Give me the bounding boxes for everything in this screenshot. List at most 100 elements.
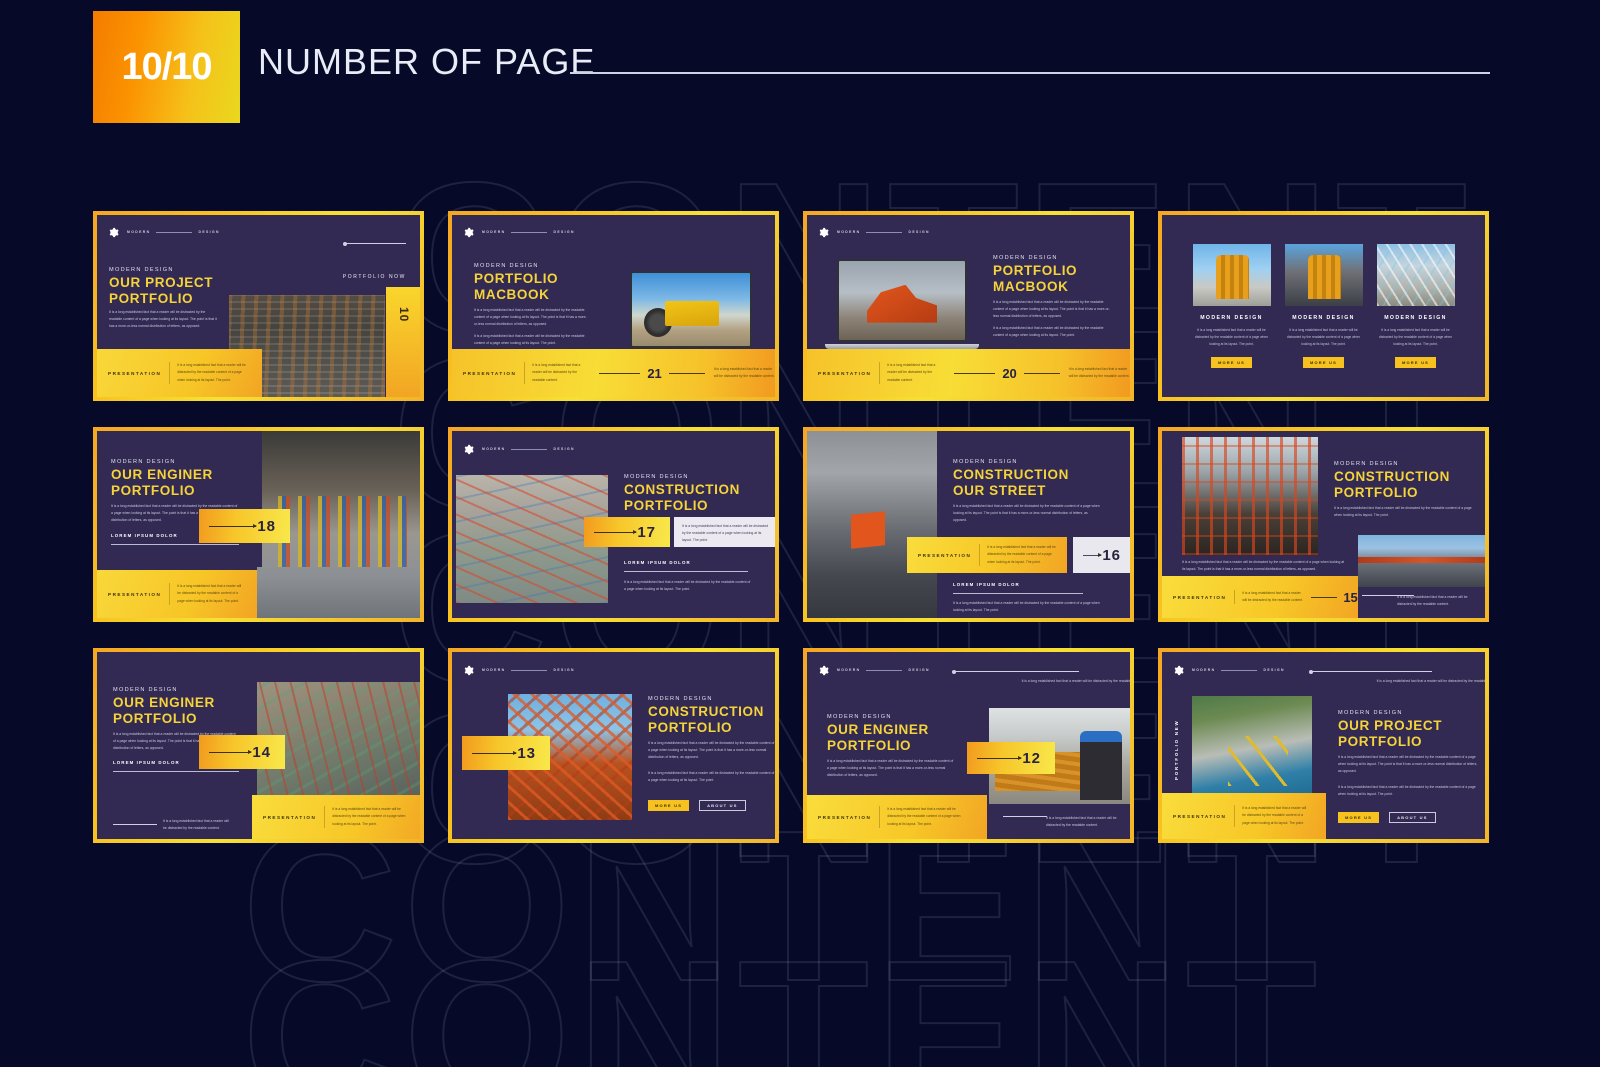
slide-image-scaffold (1182, 437, 1318, 555)
slide-thumbnail-14[interactable]: MODERN DESIGN OUR ENGINER PORTFOLIO It i… (93, 648, 424, 843)
slide-body-text: It is a long established fact that a rea… (953, 503, 1101, 524)
gear-icon (818, 665, 829, 676)
slide-row: MODERN DESIGN OUR ENGINER PORTFOLIO It i… (93, 648, 1493, 843)
slide-thumbnail-cards[interactable]: MODERN DESIGN It is a long established f… (1158, 211, 1489, 401)
slide-thumbnail-12[interactable]: MODERN DESIGN It is a long established f… (803, 648, 1134, 843)
slide-thumbnail-project-new[interactable]: MODERN DESIGN It is a long established f… (1158, 648, 1489, 843)
slide-kicker: MODERN DESIGN (1334, 461, 1399, 467)
presentation-text: It is a long established fact that a rea… (879, 806, 963, 828)
slide-thumbnail-15[interactable]: MODERN DESIGN CONSTRUCTION PORTFOLIO It … (1158, 427, 1489, 622)
slide-number: 16 (1102, 547, 1121, 564)
slide-number: 21 (647, 366, 661, 381)
card-image-factory (1285, 244, 1363, 306)
modern-label: MODERN (482, 230, 505, 234)
presentation-text: It is a long established fact that a rea… (169, 583, 245, 605)
card[interactable]: MODERN DESIGN It is a long established f… (1377, 244, 1455, 368)
slide-number-badge: 13 (462, 736, 550, 770)
slide-thumbnail-17[interactable]: MODERN DESIGN MODERN DESIGN CONSTRUCTION… (448, 427, 779, 622)
header-divider (570, 72, 1490, 74)
page-number-badge: 10/10 (93, 11, 240, 123)
slide-kicker: MODERN DESIGN (993, 255, 1058, 261)
slide-number-badge: 14 (199, 735, 285, 769)
design-label: DESIGN (908, 668, 929, 672)
modern-label: MODERN (482, 668, 505, 672)
more-us-button[interactable]: MORE US (1303, 357, 1344, 368)
card-body: It is a long established fact that a rea… (1377, 327, 1455, 348)
portfolio-new-label: PORTFOLIO NEW (1174, 714, 1179, 780)
gear-icon (463, 444, 474, 455)
more-us-button[interactable]: MORE US (1211, 357, 1252, 368)
slide-thumbnail-18[interactable]: MODERN DESIGN OUR ENGINER PORTFOLIO It i… (93, 427, 424, 622)
slide-note-text: It is a long established fact that a rea… (682, 523, 770, 544)
portfolio-now-label: PORTFOLIO NOW (343, 274, 406, 280)
page-root: CONTENT CONTENT CONTENT CONTENT CONTENT … (0, 0, 1600, 1067)
gear-icon (463, 665, 474, 676)
card[interactable]: MODERN DESIGN It is a long established f… (1193, 244, 1271, 368)
design-label: DESIGN (553, 447, 574, 451)
presentation-label: PRESENTATION (918, 553, 971, 558)
slide-title: CONSTRUCTION OUR STREET (953, 467, 1069, 499)
divider (624, 571, 748, 572)
design-label: DESIGN (553, 230, 574, 234)
slide-footer-text: It is a long established fact that a rea… (1046, 815, 1122, 829)
more-us-button[interactable]: MORE US (1395, 357, 1436, 368)
presentation-text: It is a long established fact that a rea… (524, 362, 590, 384)
slide-kicker: MODERN DESIGN (474, 263, 539, 269)
slide-body-text-2: It is a long established fact that a rea… (953, 600, 1103, 614)
presentation-bar: PRESENTATION It is a long established fa… (1162, 576, 1358, 618)
divider (953, 593, 1083, 594)
presentation-bar: PRESENTATION It is a long established fa… (1162, 793, 1326, 839)
presentation-text-right: It is a long established fact that a rea… (1069, 366, 1130, 381)
about-us-button[interactable]: ABOUT US (699, 800, 746, 811)
slide-body-text: It is a long established fact that a rea… (1334, 505, 1476, 519)
presentation-label: PRESENTATION (818, 815, 871, 820)
footer-rule (113, 824, 157, 825)
slide-kicker: MODERN DESIGN (648, 696, 713, 702)
presentation-label: PRESENTATION (263, 815, 316, 820)
slide-header-modern-design: MODERN DESIGN (127, 230, 220, 234)
more-us-button[interactable]: MORE US (1338, 812, 1379, 823)
header-dash (511, 232, 547, 233)
slide-image-dam (1192, 696, 1312, 796)
slide-title: PORTFOLIO MACBOOK (474, 271, 558, 303)
card-heading: MODERN DESIGN (1384, 315, 1447, 321)
slide-body-text: It is a long established fact that a rea… (109, 309, 219, 330)
slide-thumbnail-16[interactable]: MODERN DESIGN CONSTRUCTION OUR STREET It… (803, 427, 1134, 622)
slide-footer-text: It is a long established fact that a rea… (163, 818, 231, 832)
lorem-subhead: LOREM IPSUM DOLOR (113, 760, 180, 765)
slide-thumbnail-10[interactable]: MODERN DESIGN It is a long established f… (93, 211, 424, 401)
divider (111, 544, 239, 545)
slide-body-text-2: It is a long established fact that a rea… (648, 770, 775, 784)
header-accent-line (955, 671, 1079, 672)
slide-body-text-2: It is a long established fact that a rea… (1338, 784, 1480, 798)
modern-label: MODERN (127, 230, 150, 234)
slide-image-street (807, 431, 937, 618)
slide-thumbnail-20[interactable]: MODERN DESIGN MODERN DESIGN PORTFOLIO MA… (803, 211, 1134, 401)
slide-number-badge: 18 (199, 509, 290, 543)
slide-thumbnail-13[interactable]: MODERN DESIGN MODERN DESIGN CONSTRUCTION… (448, 648, 779, 843)
presentation-label: PRESENTATION (108, 592, 161, 597)
watermark-text: CONTENT (242, 818, 1323, 994)
slide-title: OUR ENGINER PORTFOLIO (827, 722, 929, 754)
slide-header-modern-design: MODERN DESIGN (1192, 668, 1285, 672)
number-rule-left (1311, 597, 1337, 598)
number-rule-left (599, 373, 640, 374)
slide-body-text: It is a long established fact that a rea… (827, 758, 955, 779)
slide-number-badge: 12 (967, 742, 1055, 774)
more-us-button[interactable]: MORE US (648, 800, 689, 811)
modern-label: MODERN (482, 447, 505, 451)
slide-title: CONSTRUCTION PORTFOLIO (624, 482, 740, 514)
slide-thumbnail-21[interactable]: MODERN DESIGN MODERN DESIGN PORTFOLIO MA… (448, 211, 779, 401)
card[interactable]: MODERN DESIGN It is a long established f… (1285, 244, 1363, 368)
slide-number: 13 (517, 745, 536, 762)
header-dash (156, 232, 192, 233)
presentation-text: It is a long established fact that a rea… (324, 806, 406, 828)
lorem-subhead: LOREM IPSUM DOLOR (111, 533, 178, 538)
slide-header-modern-design: MODERN DESIGN (837, 230, 930, 234)
number-rule-right (1024, 373, 1060, 374)
about-us-button[interactable]: ABOUT US (1389, 812, 1436, 823)
number-rule-right (669, 373, 705, 374)
slide-body-text-2: It is a long established fact that a rea… (1182, 559, 1346, 573)
presentation-label: PRESENTATION (1173, 595, 1226, 600)
presentation-text: It is a long established fact that a rea… (169, 362, 247, 384)
